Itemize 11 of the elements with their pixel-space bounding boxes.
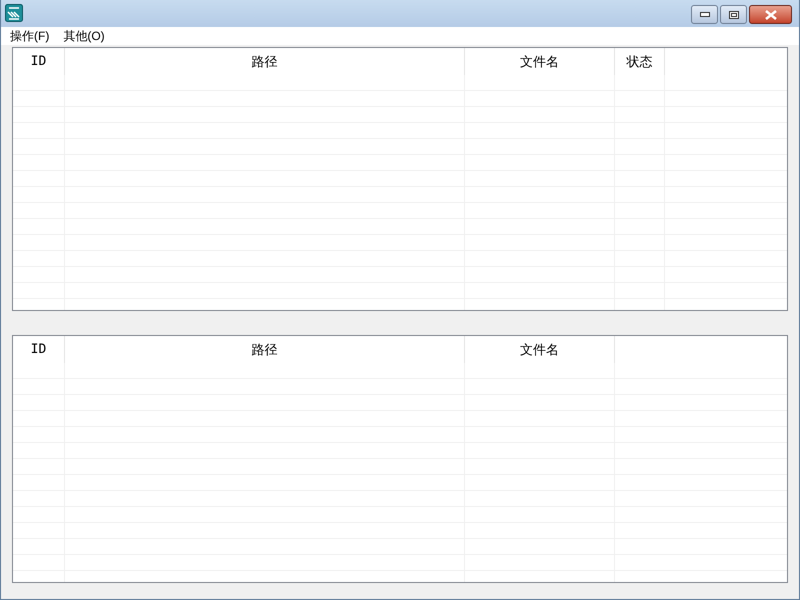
- app-icon: [5, 4, 23, 22]
- menu-item[interactable]: 其他(O): [63, 27, 105, 45]
- minimize-button[interactable]: [691, 5, 718, 24]
- maximize-icon: [728, 10, 738, 18]
- close-button[interactable]: [749, 5, 792, 24]
- minimize-icon: [700, 12, 710, 17]
- menu-item[interactable]: 操作(F): [10, 27, 50, 45]
- maximize-button[interactable]: [720, 5, 747, 24]
- list-view[interactable]: ID 路径 文件名 状态: [12, 47, 788, 311]
- list-view[interactable]: ID 路径 文件名: [12, 335, 788, 583]
- close-icon: [764, 10, 776, 20]
